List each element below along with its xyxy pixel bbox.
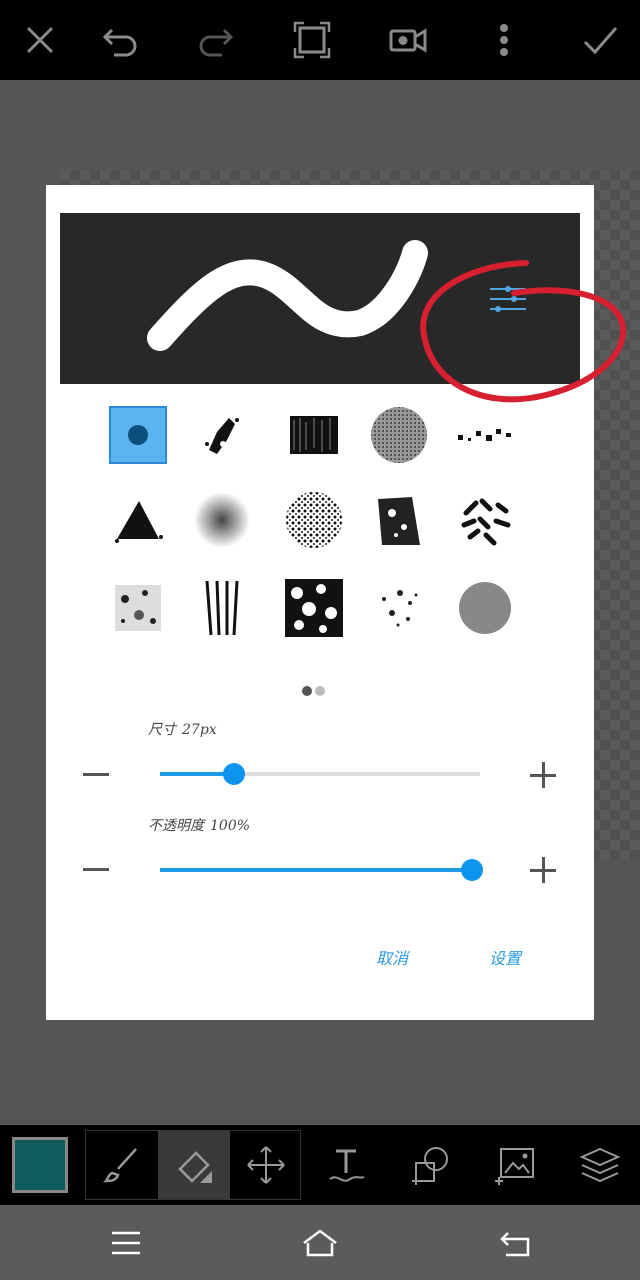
brush-triangle-splat[interactable] [109,491,167,549]
video-record-icon[interactable] [380,12,436,68]
top-toolbar [0,0,640,80]
brush-streak-lines[interactable] [193,579,251,637]
brush-camo-texture[interactable] [285,579,343,637]
size-slider[interactable] [160,763,480,785]
page-indicator [302,681,328,700]
undo-icon[interactable] [92,12,148,68]
text-icon[interactable] [318,1137,374,1193]
size-decrease-button[interactable] [83,773,109,776]
brush-grunge-square[interactable] [109,579,167,637]
tool-group [85,1130,301,1200]
size-slider-thumb[interactable] [222,763,245,785]
close-icon[interactable] [12,12,68,68]
brush-charcoal-rough[interactable] [285,406,343,464]
opacity-decrease-button[interactable] [83,868,109,871]
more-vertical-icon[interactable] [476,12,532,68]
shape-icon[interactable] [402,1137,458,1193]
set-button[interactable]: 设置 [489,945,521,969]
brush-round-solid[interactable] [109,406,167,464]
brush-light-speckle[interactable] [370,579,428,637]
page-dot [315,686,325,696]
redo-icon[interactable] [188,12,244,68]
brush-speckle-circle[interactable] [285,491,343,549]
eraser-icon[interactable] [158,1131,230,1199]
brush-flat-gray-circle[interactable] [456,579,514,637]
home-icon[interactable] [298,1221,342,1265]
brush-noise-circle[interactable] [370,406,428,464]
cancel-button[interactable]: 取消 [376,945,408,969]
brush-settings-sliders-icon[interactable] [488,281,528,317]
brush-preview [60,213,580,384]
brush-scribble-dashes[interactable] [456,491,514,549]
current-color-swatch[interactable] [12,1137,68,1193]
menu-icon[interactable] [104,1221,148,1265]
brush-soft-airbrush[interactable] [193,491,251,549]
opacity-slider[interactable] [160,859,483,881]
back-icon[interactable] [494,1221,538,1265]
system-nav-bar [0,1205,640,1280]
size-value: 27px [182,722,217,738]
brush-icon[interactable] [86,1131,158,1199]
page-dot-active [302,686,312,696]
opacity-value: 100% [210,818,251,834]
opacity-increase-button[interactable] [530,857,556,883]
brush-settings-dialog: 尺寸 27px 不透明度 100% 取消 设置 [46,185,627,1020]
size-increase-button[interactable] [530,762,556,788]
brush-rough-texture[interactable] [370,491,428,549]
opacity-slider-fill [160,868,472,872]
bottom-toolbar [0,1125,640,1205]
move-icon[interactable] [230,1131,302,1199]
add-image-icon[interactable] [487,1137,543,1193]
layers-icon[interactable] [572,1137,628,1193]
brush-dotted-scatter[interactable] [456,406,514,464]
brush-chalk-splatter[interactable] [193,406,251,464]
size-label: 尺寸 27px [148,722,217,738]
opacity-slider-thumb[interactable] [461,859,483,881]
fullscreen-icon[interactable] [284,12,340,68]
check-icon[interactable] [572,12,628,68]
opacity-label: 不透明度 100% [148,818,251,834]
